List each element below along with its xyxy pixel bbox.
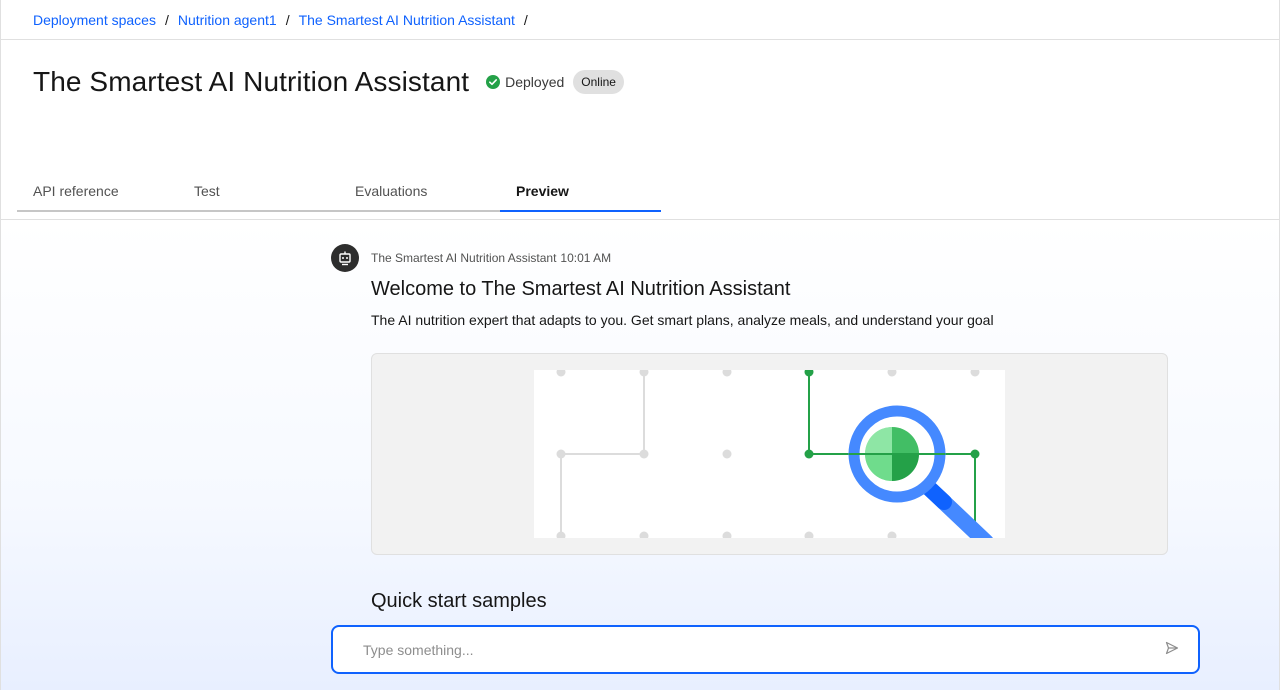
sender-name: The Smartest AI Nutrition Assistant xyxy=(371,251,557,265)
tab-preview[interactable]: Preview xyxy=(500,171,661,212)
quick-start-title: Quick start samples xyxy=(371,590,547,612)
breadcrumb-separator: / xyxy=(523,11,528,28)
breadcrumb: Deployment spaces / Nutrition agent1 / T… xyxy=(1,0,1279,40)
status-label: Deployed xyxy=(505,74,565,90)
breadcrumb-nutrition-agent[interactable]: Nutrition agent1 xyxy=(178,12,277,28)
breadcrumb-separator: / xyxy=(164,11,169,28)
send-icon xyxy=(1165,641,1179,658)
breadcrumb-assistant[interactable]: The Smartest AI Nutrition Assistant xyxy=(299,12,515,28)
checkmark-icon xyxy=(486,75,501,89)
send-button[interactable] xyxy=(1152,630,1192,670)
message-meta: The Smartest AI Nutrition Assistant 10:01… xyxy=(371,251,611,265)
chat-input[interactable] xyxy=(333,627,1152,672)
deployment-status: Deployed Online xyxy=(486,70,624,94)
breadcrumb-deployment-spaces[interactable]: Deployment spaces xyxy=(33,12,156,28)
robot-icon xyxy=(331,244,359,272)
welcome-subtitle: The AI nutrition expert that adapts to y… xyxy=(371,312,994,328)
illustration-card xyxy=(371,353,1168,555)
chat-input-container xyxy=(331,625,1200,674)
title-row: The Smartest AI Nutrition Assistant Depl… xyxy=(33,66,624,98)
welcome-title: Welcome to The Smartest AI Nutrition Ass… xyxy=(371,278,791,300)
page-header: The Smartest AI Nutrition Assistant Depl… xyxy=(1,40,1279,220)
message-time: 10:01 AM xyxy=(560,251,612,265)
page-title: The Smartest AI Nutrition Assistant xyxy=(33,66,470,97)
chat-preview: The Smartest AI Nutrition Assistant 10:01… xyxy=(1,220,1279,690)
tab-test[interactable]: Test xyxy=(178,171,339,212)
page: Deployment spaces / Nutrition agent1 / T… xyxy=(0,0,1280,690)
magnifier-network-icon xyxy=(534,370,1005,538)
tab-list: API reference Test Evaluations Preview xyxy=(17,171,661,212)
tab-evaluations[interactable]: Evaluations xyxy=(339,171,500,212)
tab-api-reference[interactable]: API reference xyxy=(17,171,178,212)
online-tag: Online xyxy=(573,70,624,94)
breadcrumb-separator: / xyxy=(285,11,290,28)
